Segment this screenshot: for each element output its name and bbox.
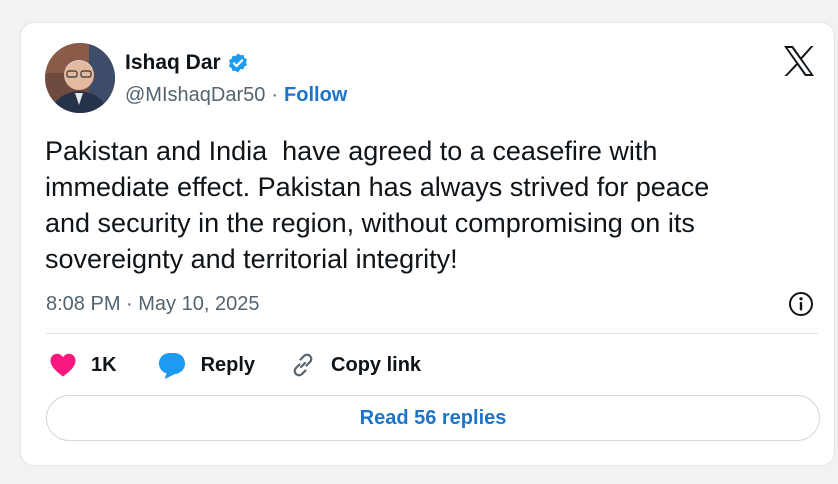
- x-logo-icon[interactable]: [782, 45, 816, 77]
- reply-bubble-icon: [157, 351, 187, 379]
- read-replies-button[interactable]: Read 56 replies: [46, 395, 820, 441]
- heart-icon: [49, 352, 77, 378]
- author-handle[interactable]: @MIshaqDar50: [125, 84, 265, 107]
- handle-row: @MIshaqDar50 · Follow: [125, 84, 347, 107]
- link-icon: [289, 351, 317, 379]
- tweet-text: Pakistan and India have agreed to a ceas…: [45, 136, 710, 274]
- copy-link-label: Copy link: [331, 353, 422, 376]
- author-name-row: Ishaq Dar: [125, 51, 249, 75]
- verified-badge-icon: [227, 52, 249, 74]
- avatar[interactable]: [45, 43, 115, 113]
- tweet-timestamp[interactable]: 8:08 PM · May 10, 2025: [46, 293, 259, 316]
- divider: [46, 333, 818, 334]
- action-bar: 1K Reply Copy link: [49, 351, 421, 379]
- author-name[interactable]: Ishaq Dar: [125, 51, 221, 75]
- like-button[interactable]: 1K: [49, 352, 117, 378]
- separator-dot: ·: [271, 84, 279, 106]
- like-count: 1K: [91, 353, 117, 376]
- reply-label: Reply: [200, 353, 256, 376]
- reply-button[interactable]: Reply: [157, 351, 255, 379]
- tweet-card: Ishaq Dar @MIshaqDar50 · Follow Pakistan…: [20, 22, 835, 466]
- follow-button[interactable]: Follow: [284, 84, 347, 107]
- read-replies-label: Read 56 replies: [359, 406, 507, 429]
- copy-link-button[interactable]: Copy link: [289, 351, 421, 379]
- info-icon[interactable]: [788, 291, 814, 317]
